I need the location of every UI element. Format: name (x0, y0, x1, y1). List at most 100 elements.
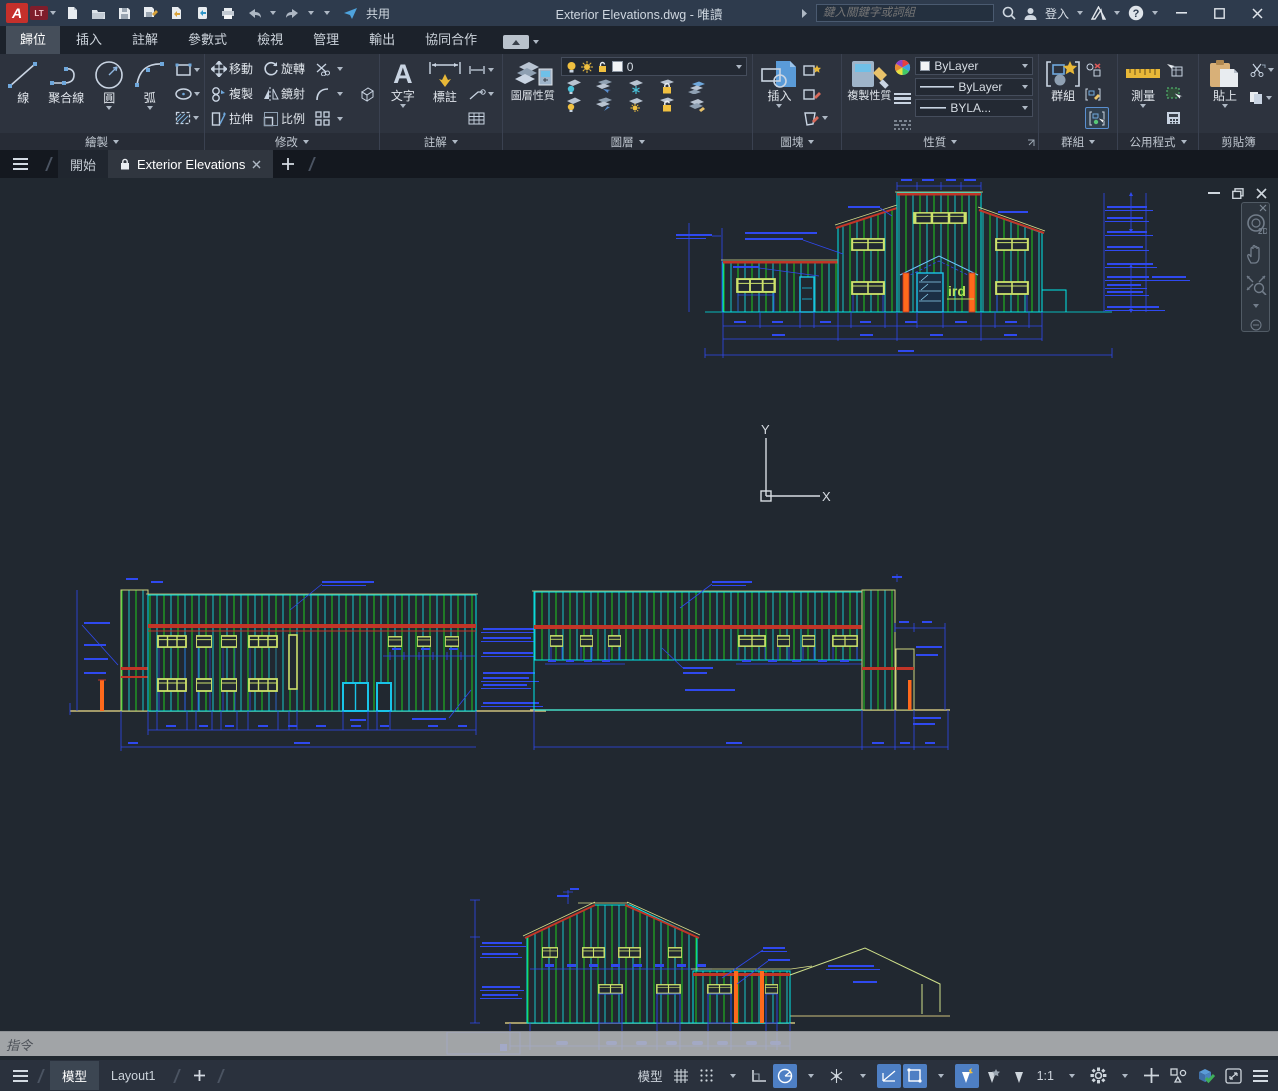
ribbon-collapse-button[interactable] (503, 35, 539, 49)
panel-label-modify[interactable]: 修改 (205, 133, 379, 150)
text-dropdown-icon[interactable] (400, 104, 406, 108)
annotation-scale-icon[interactable] (1007, 1064, 1031, 1088)
model-tab[interactable]: 模型 (50, 1061, 99, 1090)
copy-clip-dropdown-icon[interactable] (1266, 96, 1272, 100)
object-snap-dropdown-icon[interactable] (929, 1064, 953, 1088)
navbar-menu-icon[interactable] (1250, 319, 1262, 331)
layer-select[interactable]: 0 (561, 57, 747, 76)
copy-icon[interactable] (211, 86, 227, 102)
layer-unlock-all-icon[interactable] (656, 97, 675, 112)
panel-label-annotate[interactable]: 註解 (380, 133, 502, 150)
layer-select-dropdown-icon[interactable] (736, 65, 742, 69)
ungroup-button[interactable] (1085, 59, 1109, 81)
isodraft-dropdown-icon[interactable] (851, 1064, 875, 1088)
measure-dropdown-icon[interactable] (1140, 104, 1146, 108)
lineweight-dropdown-icon[interactable] (1022, 85, 1028, 89)
layer-lock-icon[interactable] (656, 79, 675, 94)
table-button[interactable] (468, 107, 494, 129)
dimension-dropdown-icon[interactable] (488, 68, 494, 72)
steering-wheel-icon[interactable]: 2D (1245, 213, 1267, 234)
customization-button[interactable] (1248, 1064, 1272, 1088)
pan-hand-icon[interactable] (1246, 243, 1266, 264)
stretch-icon[interactable] (211, 111, 226, 127)
tab-insert[interactable]: 插入 (62, 24, 116, 54)
share-label[interactable]: 共用 (366, 5, 390, 22)
autoscale-toggle[interactable] (981, 1064, 1005, 1088)
rectangle-dropdown-icon[interactable] (194, 68, 200, 72)
isodraft-toggle[interactable] (825, 1064, 849, 1088)
match-properties-button[interactable]: 複製性質 (846, 57, 892, 103)
copy-clip-button[interactable] (1249, 87, 1274, 109)
new-file-button[interactable] (62, 4, 82, 22)
copy-button[interactable]: 複製 (229, 85, 263, 102)
maximize-button[interactable] (1204, 2, 1234, 24)
snap-toggle[interactable] (695, 1064, 719, 1088)
layer-thaw-all-icon[interactable] (594, 97, 613, 112)
workspace-dropdown-icon[interactable] (1113, 1064, 1137, 1088)
polyline-button[interactable]: 聚合線 (45, 57, 89, 105)
drawing-canvas[interactable]: ird (0, 178, 1278, 1060)
scale-icon[interactable] (263, 111, 279, 127)
paste-dropdown-icon[interactable] (1222, 104, 1228, 108)
expand-search-icon[interactable] (801, 8, 808, 19)
snap-dropdown-icon[interactable] (721, 1064, 745, 1088)
cut-dropdown-icon[interactable] (1268, 68, 1274, 72)
stretch-button[interactable]: 拉伸 (229, 110, 263, 127)
drawing-restore-button[interactable] (1232, 188, 1244, 199)
panel-label-properties[interactable]: 性質 (842, 133, 1038, 150)
rotate-button[interactable]: 旋轉 (281, 60, 315, 77)
model-space-toggle[interactable]: 模型 (634, 1064, 667, 1088)
help-dropdown-icon[interactable] (1152, 11, 1158, 15)
tab-annotate[interactable]: 註解 (118, 24, 172, 54)
annotation-scale-dropdown-icon[interactable] (1060, 1064, 1084, 1088)
layer-make-current-icon[interactable] (687, 79, 706, 94)
undo-dropdown-icon[interactable] (270, 11, 276, 15)
share-icon[interactable] (340, 4, 360, 22)
layout-menu-button[interactable] (8, 1064, 32, 1088)
hatch-dropdown-icon[interactable] (193, 116, 199, 120)
fillet-icon[interactable] (315, 87, 330, 101)
autodesk-icon[interactable] (1091, 6, 1106, 20)
tab-home[interactable]: 歸位 (6, 24, 60, 54)
tab-collaborate[interactable]: 協同合作 (411, 24, 491, 54)
move-button[interactable]: 移動 (229, 60, 263, 77)
crosshair-button[interactable] (1139, 1064, 1164, 1088)
help-search-input[interactable] (816, 4, 994, 22)
lineweight-select[interactable]: ByLayer (915, 78, 1033, 96)
tab-manage[interactable]: 管理 (299, 24, 353, 54)
layer-match-icon[interactable] (687, 97, 706, 112)
array-dropdown-icon[interactable] (337, 117, 343, 121)
open-file-button[interactable] (88, 4, 108, 22)
panel-label-utilities[interactable]: 公用程式 (1118, 133, 1198, 150)
object-snap-toggle[interactable] (903, 1064, 927, 1088)
save-as-button[interactable] (140, 4, 160, 22)
rotate-icon[interactable] (263, 61, 279, 77)
mirror-icon[interactable] (263, 86, 279, 101)
sign-in-label[interactable]: 登入 (1045, 5, 1069, 22)
search-icon[interactable] (1002, 6, 1016, 20)
redo-button[interactable] (282, 4, 302, 22)
annotation-visibility-toggle[interactable] (955, 1064, 979, 1088)
insert-dropdown-icon[interactable] (776, 104, 782, 108)
text-button[interactable]: A 文字 (384, 57, 422, 108)
annotation-scale-value[interactable]: 1:1 (1033, 1064, 1058, 1088)
group-button[interactable]: 群組 (1043, 57, 1083, 103)
panel-label-draw[interactable]: 繪製 (0, 133, 204, 150)
define-attributes-button[interactable] (803, 107, 828, 129)
color-dropdown-icon[interactable] (1022, 64, 1028, 68)
leader-dropdown-icon[interactable] (488, 92, 494, 96)
app-menu-button[interactable]: A LT (6, 3, 56, 23)
zoom-extents-icon[interactable] (1245, 274, 1267, 295)
autodesk-dropdown-icon[interactable] (1114, 11, 1120, 15)
navbar-dropdown-icon[interactable] (1253, 304, 1259, 308)
layer-isolate-icon[interactable] (594, 79, 613, 94)
file-tab-start[interactable]: 開始 (58, 150, 108, 178)
save-button[interactable] (114, 4, 134, 22)
edit-block-button[interactable] (803, 83, 828, 105)
minimize-button[interactable] (1166, 2, 1196, 24)
lineweight-icon[interactable] (894, 93, 911, 104)
clean-screen-button[interactable] (1221, 1064, 1246, 1088)
sign-in-dropdown-icon[interactable] (1077, 11, 1083, 15)
arc-dropdown-icon[interactable] (147, 106, 153, 110)
polar-dropdown-icon[interactable] (799, 1064, 823, 1088)
